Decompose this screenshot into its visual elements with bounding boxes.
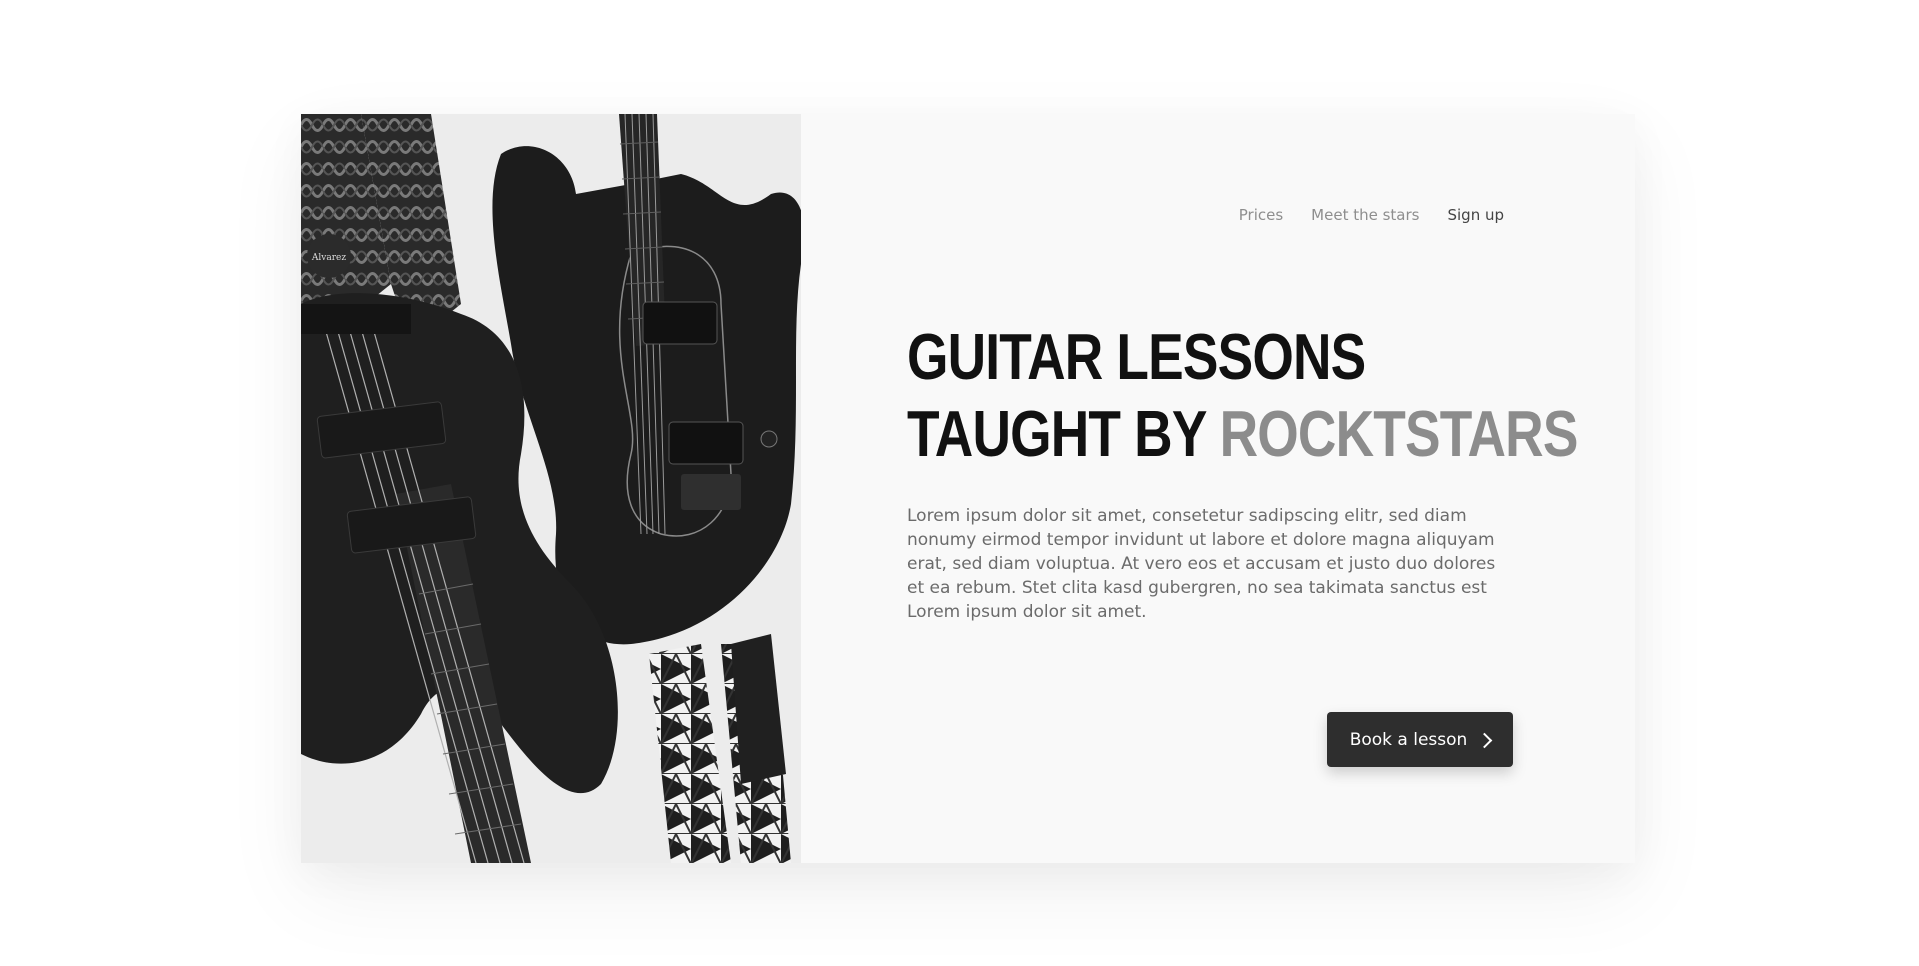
headline-accent: ROCKTSTARS [1219, 397, 1579, 470]
hero-card: Alvarez Prices Meet the stars Sign up GU… [301, 114, 1635, 863]
top-nav: Prices Meet the stars Sign up [1239, 206, 1504, 224]
book-lesson-button[interactable]: Book a lesson [1327, 712, 1513, 767]
nav-link-sign-up[interactable]: Sign up [1447, 206, 1504, 224]
headline-line-1: GUITAR LESSONS [907, 320, 1366, 393]
svg-text:Alvarez: Alvarez [311, 253, 346, 263]
hero-content: Prices Meet the stars Sign up GUITAR LES… [801, 114, 1635, 863]
chevron-right-icon [1477, 732, 1493, 748]
nav-link-meet-the-stars[interactable]: Meet the stars [1311, 206, 1419, 224]
guitars-photo: Alvarez [301, 114, 801, 863]
nav-link-prices[interactable]: Prices [1239, 206, 1283, 224]
page-title: GUITAR LESSONS TAUGHT BY ROCKTSTARS [907, 318, 1578, 472]
headline-line-2-prefix: TAUGHT BY [907, 397, 1220, 470]
book-lesson-label: Book a lesson [1349, 729, 1468, 750]
hero-description: Lorem ipsum dolor sit amet, consetetur s… [907, 506, 1496, 622]
